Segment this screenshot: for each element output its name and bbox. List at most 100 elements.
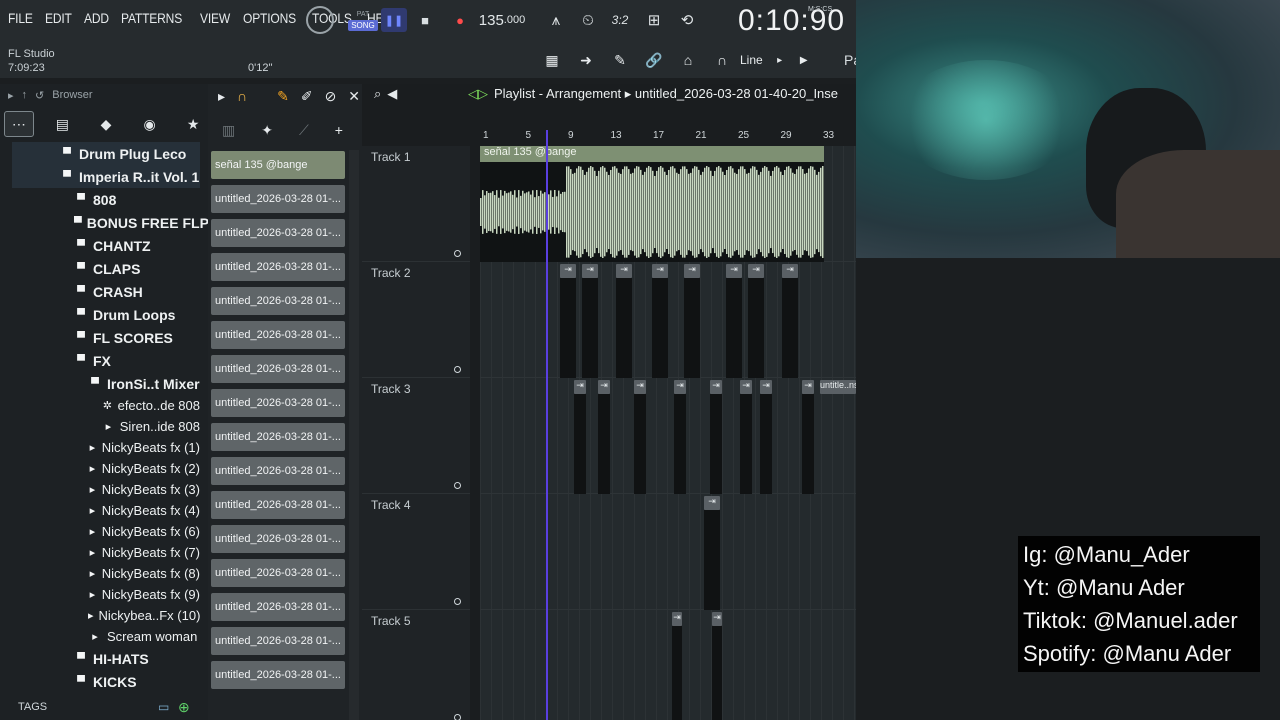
audio-clip[interactable]: señal 135 @bange [480,146,824,262]
arrow-icon[interactable]: ▸ [218,88,225,105]
pattern-clip[interactable]: ⇥ [560,264,576,278]
pattern-clip[interactable]: ⇥ [748,264,764,278]
browser-item[interactable]: ▀ IronSi..t Mixer [12,372,200,395]
track-header[interactable]: Track 5 [362,610,470,720]
tab-favorites-icon[interactable]: ★ [178,111,208,137]
pattern-clip[interactable]: ⇥ [598,380,610,394]
picker-clip[interactable]: untitled_2026-03-28 01-... [211,559,345,587]
track-mute-dot[interactable] [454,598,461,605]
pat-song-toggle[interactable]: PAT SONG [347,6,379,36]
picker-clip[interactable]: untitled_2026-03-28 01-... [211,423,345,451]
timeline-ruler[interactable]: 1 5 9 13 17 21 25 29 33 [480,130,856,146]
track-mute-dot[interactable] [454,366,461,373]
menu-view[interactable]: VIEW [200,10,230,26]
picker-clip[interactable]: untitled_2026-03-28 01-... [211,287,345,315]
browser-item[interactable]: ▸ NickyBeats fx (8) [12,563,200,584]
track-mute-dot[interactable] [454,250,461,257]
menu-edit[interactable]: EDIT [45,10,72,26]
slip-icon[interactable]: ✕ [348,88,360,105]
loop-record-icon[interactable]: ⟲ [676,10,698,30]
metronome-icon[interactable]: ⩚ [545,10,567,30]
playhead[interactable] [546,130,548,720]
countdown-icon[interactable]: ⏲ [577,10,599,30]
picker-clip[interactable]: untitled_2026-03-28 01-... [211,627,345,655]
browser-item[interactable]: ▀ Imperia R..it Vol. 1 [12,165,200,188]
picker-clip[interactable]: untitled_2026-03-28 01-... [211,525,345,553]
browser-item[interactable]: ▀ BONUS FREE FLP [12,211,209,234]
menu-options[interactable]: OPTIONS [243,10,296,26]
play-pattern-icon[interactable]: ▶ [797,50,811,70]
browser-item[interactable]: ▀ CRASH [12,280,200,303]
pencil-icon[interactable]: ✎ [277,88,289,105]
track-header[interactable]: Track 3 [362,378,470,494]
pattern-icon[interactable]: ▥ [222,122,235,139]
zoom-icon[interactable]: ⌕ [374,86,381,102]
browser-item[interactable]: ▀ HI-HATS [12,647,200,670]
pattern-clip[interactable]: ⇥ [684,264,700,278]
pattern-clip[interactable]: ⇥ [616,264,632,278]
folder-icon[interactable]: ▭ [158,700,169,714]
magnet-icon[interactable]: ∩ [237,88,247,105]
browser-item[interactable]: ▸ Nickybea..Fx (10) [12,605,200,626]
track-header[interactable]: Track 1 [362,146,470,262]
stop-button[interactable]: ■ [414,8,436,32]
track-lane[interactable] [480,494,856,610]
browser-item[interactable]: ▀ KICKS [12,670,200,693]
collapse-icon[interactable]: ▸ [8,89,14,102]
tempo-display[interactable]: 135.000 [478,9,526,31]
picker-clip[interactable]: untitled_2026-03-28 01-... [211,593,345,621]
pattern-clip[interactable]: ⇥ [726,264,742,278]
picker-clip[interactable]: untitled_2026-03-28 01-... [211,457,345,485]
track-lane[interactable] [480,262,856,378]
step-edit-icon[interactable]: 3:2 [609,10,631,30]
browser-item[interactable]: ▸ Scream woman [12,626,200,647]
pattern-clip[interactable]: ⇥ [802,380,814,394]
pattern-clip[interactable]: ⇥ [704,496,720,510]
picker-clip[interactable]: untitled_2026-03-28 01-... [211,219,345,247]
menu-add[interactable]: ADD [84,10,109,26]
browser-item[interactable]: ▸ NickyBeats fx (7) [12,542,200,563]
add-icon[interactable]: + [335,122,343,139]
search-icon[interactable]: ⊕ [178,699,190,716]
track-header[interactable]: Track 4 [362,494,470,610]
track-mute-dot[interactable] [454,714,461,720]
tab-all-icon[interactable]: ⋯ [4,111,34,137]
pattern-clip[interactable]: ⇥ [782,264,798,278]
pattern-clip[interactable]: ⇥ [574,380,586,394]
master-volume-knob[interactable] [306,6,334,34]
pattern-clip[interactable]: ⇥ [652,264,668,278]
track-header[interactable]: Track 2 [362,262,470,378]
browser-item[interactable]: ▀ FX [12,349,200,372]
browser-item[interactable]: ▸ NickyBeats fx (9) [12,584,200,605]
picker-clip[interactable]: untitled_2026-03-28 01-... [211,321,345,349]
browser-item[interactable]: ▸ NickyBeats fx (6) [12,521,200,542]
pattern-clip[interactable]: ⇥ [710,380,722,394]
browser-item[interactable]: ▀ Drum Plug Leco [12,142,200,165]
pattern-clip[interactable]: ⇥ [672,612,682,626]
pencil-icon[interactable]: ✎ [608,50,632,70]
picker-clip[interactable]: untitled_2026-03-28 01-... [211,389,345,417]
link-icon[interactable]: 🔗 [642,50,666,70]
automation-icon[interactable]: ⟋ [299,122,309,139]
picker-clip[interactable]: señal 135 @bange [211,151,345,179]
up-arrow-icon[interactable]: ↑ [22,89,28,101]
chevron-right-icon[interactable]: ▸ [773,50,787,70]
pattern-clip[interactable]: ⇥ [712,612,722,626]
typing-keyboard-icon[interactable]: ⊞ [643,10,665,30]
brush-icon[interactable]: ✐ [301,88,313,105]
picker-clip[interactable]: untitled_2026-03-28 01-... [211,253,345,281]
track-mute-dot[interactable] [454,482,461,489]
picker-scrollbar[interactable] [349,150,359,720]
browser-item[interactable]: ▀ 808 [12,188,200,211]
stamp-icon[interactable]: ⌂ [676,50,700,70]
undo-icon[interactable]: ↺ [35,89,44,102]
browser-item[interactable]: ▸ NickyBeats fx (4) [12,500,200,521]
menu-file[interactable]: FILE [8,10,33,26]
picker-clip[interactable]: untitled_2026-03-28 01-... [211,491,345,519]
track-lane[interactable] [480,610,856,720]
tab-plugins-icon[interactable]: ◆ [91,111,121,137]
insert-clip-label[interactable]: untitle..nsert 2 [820,380,856,394]
browser-item[interactable]: ▀ FL SCORES [12,326,200,349]
browser-item[interactable]: ▸ NickyBeats fx (3) [12,479,200,500]
pattern-clip[interactable]: ⇥ [582,264,598,278]
